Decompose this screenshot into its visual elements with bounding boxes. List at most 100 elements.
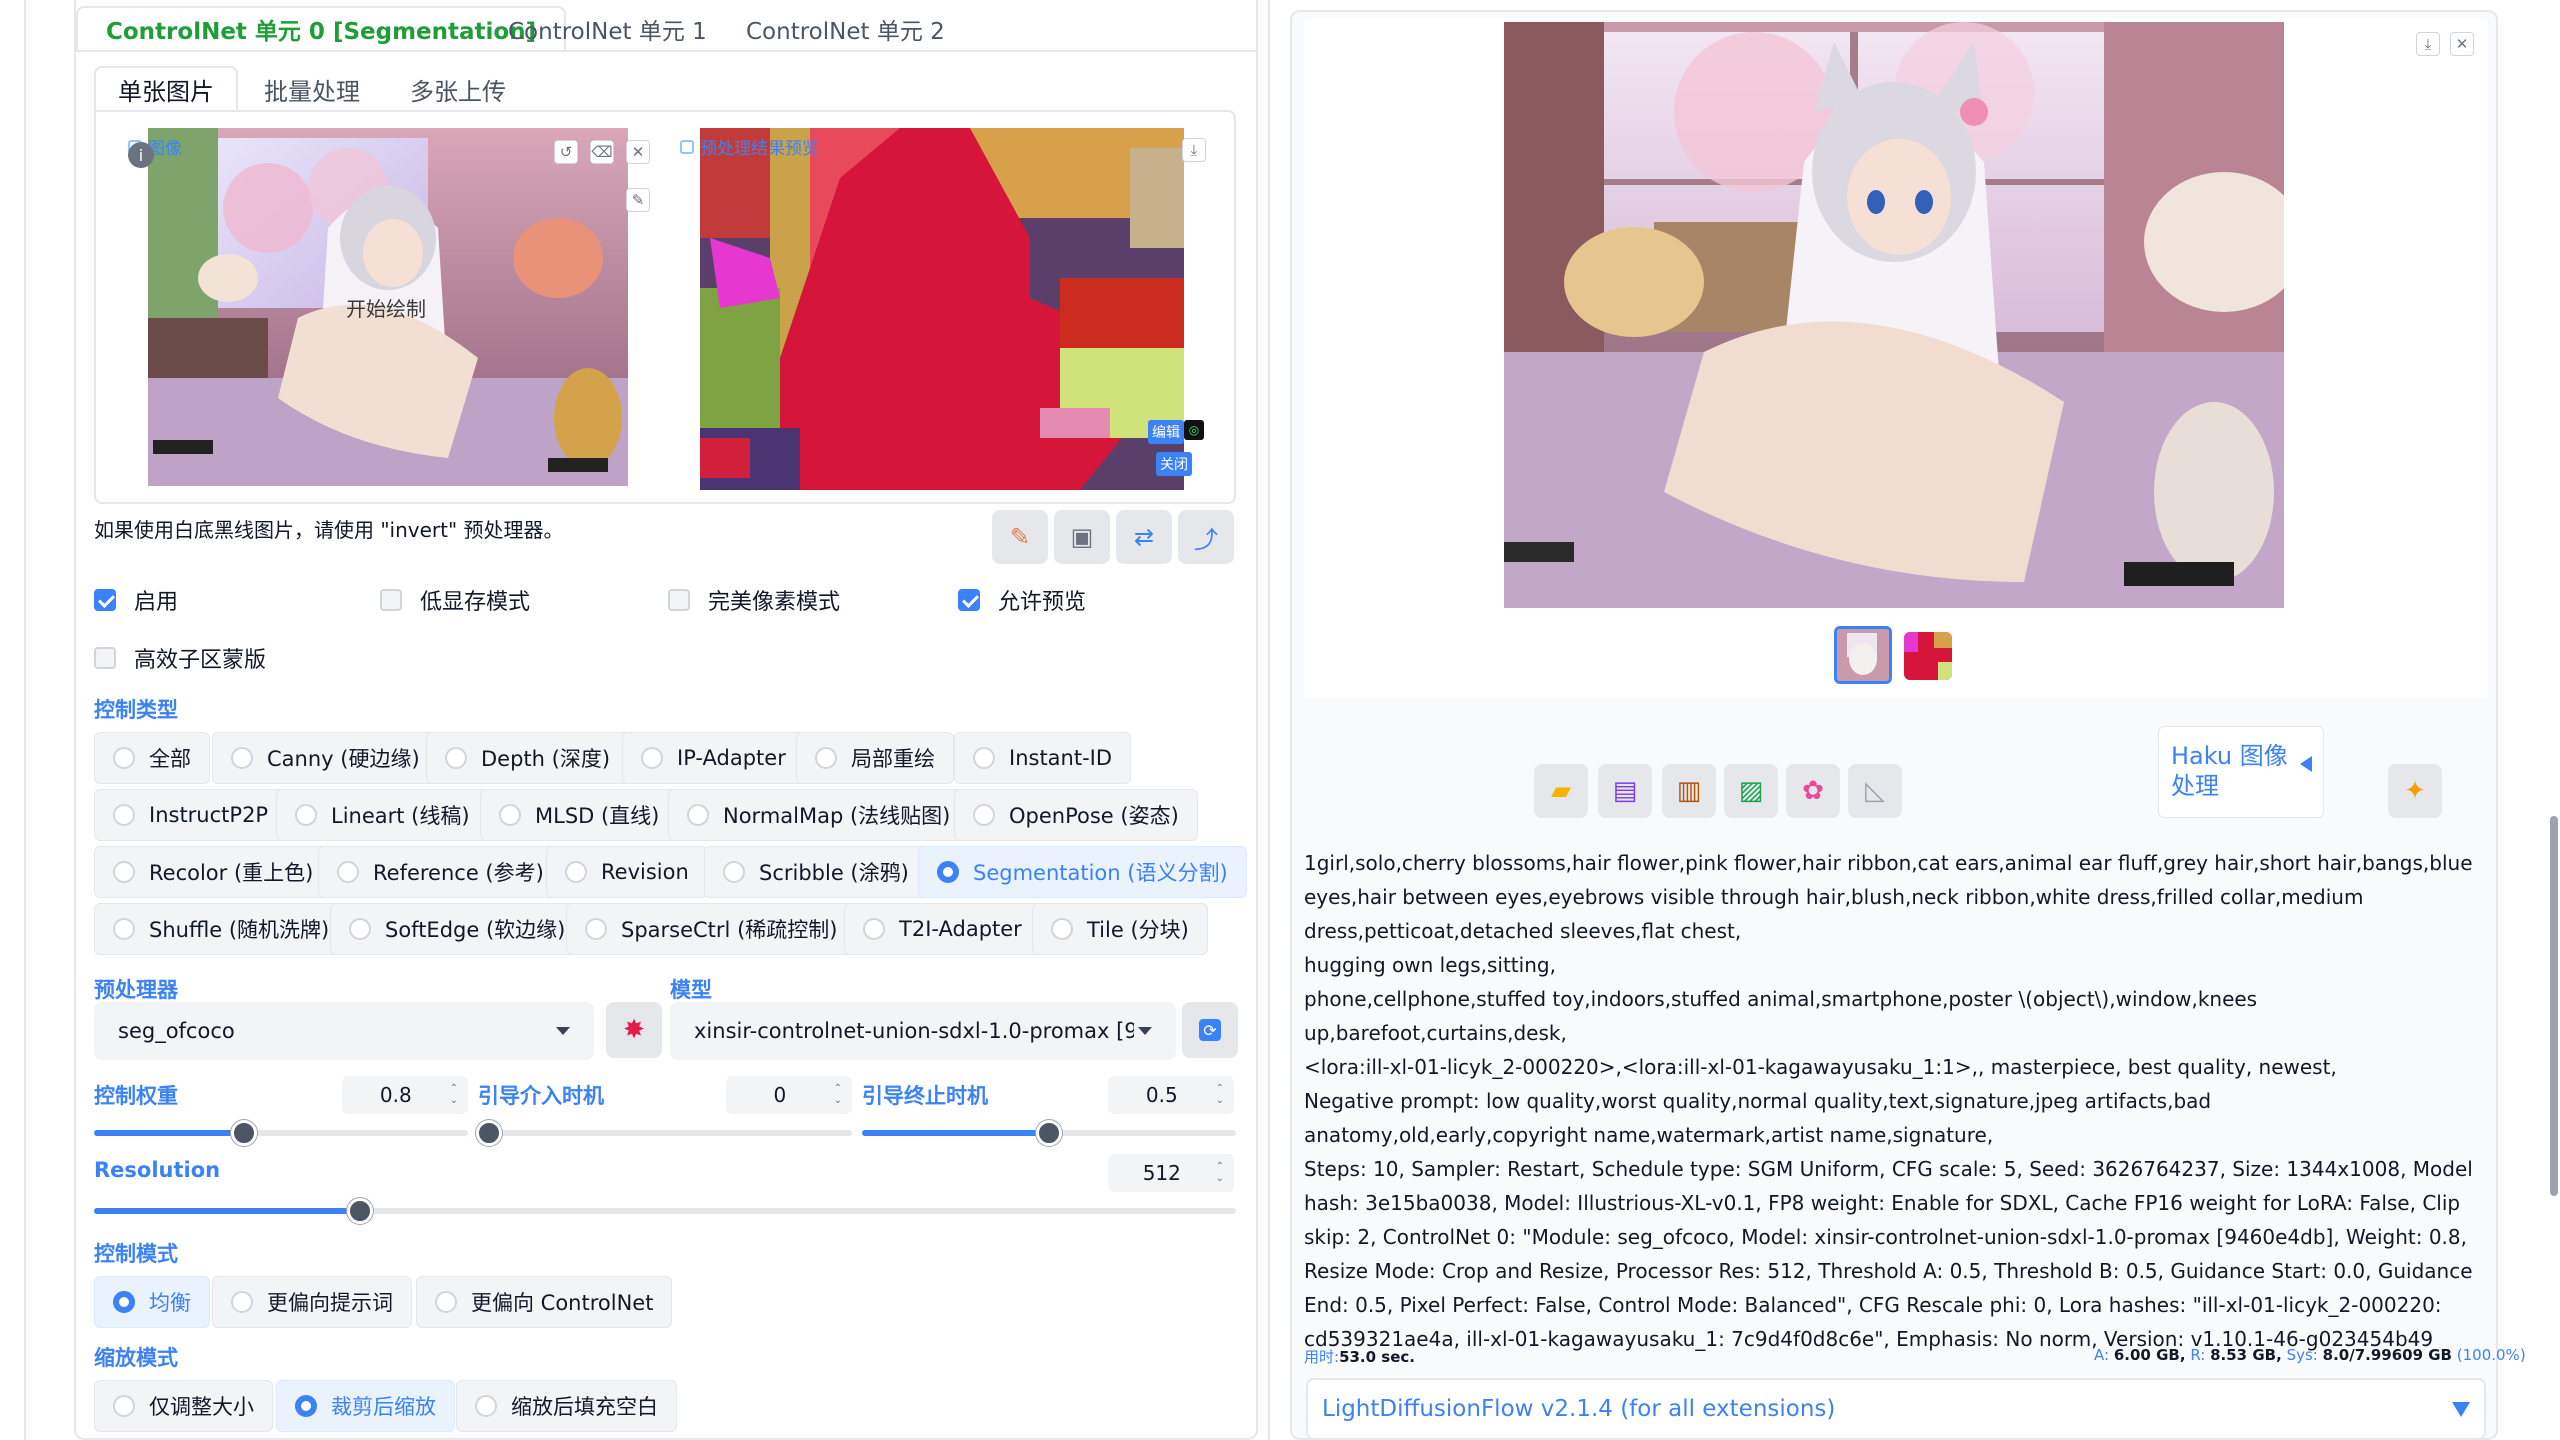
download-icon[interactable]: ⤓ bbox=[1182, 138, 1206, 162]
output-image[interactable] bbox=[1504, 22, 2284, 608]
negative-prompt: Negative prompt: low quality,worst quali… bbox=[1304, 1089, 2212, 1147]
sparkle-button[interactable]: ✦ bbox=[2388, 764, 2442, 818]
weight-input[interactable]: 0.8 ⌃ ⌄ bbox=[342, 1076, 468, 1114]
control-type-reference[interactable]: Reference (参考) bbox=[318, 846, 563, 898]
control-type-segmentation[interactable]: Segmentation (语义分割) bbox=[918, 846, 1247, 898]
send-to-img2img-button[interactable]: ▨ bbox=[1724, 764, 1778, 818]
thumbnail-segmentation[interactable] bbox=[1904, 632, 1952, 680]
allow-preview-checkbox[interactable]: 允许预览 bbox=[958, 584, 1086, 616]
start-step-input[interactable]: 0 ⌃ ⌄ bbox=[726, 1076, 852, 1114]
control-type-scribble[interactable]: Scribble (涂鸦) bbox=[704, 846, 928, 898]
control-type-softedge[interactable]: SoftEdge (软边缘) bbox=[330, 903, 585, 955]
eraser-icon[interactable]: ⌫ bbox=[590, 140, 614, 164]
haku-image-button[interactable]: Haku 图像处理 bbox=[2158, 726, 2324, 818]
prompt-line: <lora:ill-xl-01-licyk_2-000220>,<lora:il… bbox=[1304, 1055, 2337, 1079]
control-type-recolor[interactable]: Recolor (重上色) bbox=[94, 846, 333, 898]
enable-checkbox[interactable]: 启用 bbox=[94, 584, 178, 616]
resize-mode-just-resize[interactable]: 仅调整大小 bbox=[94, 1380, 273, 1432]
edit-icon[interactable]: ◎ bbox=[1184, 420, 1204, 440]
resolution-slider[interactable] bbox=[94, 1198, 1236, 1224]
control-type-tile[interactable]: Tile (分块) bbox=[1032, 903, 1208, 955]
control-type-instructp2p[interactable]: InstructP2P bbox=[94, 789, 288, 841]
brush-icon[interactable]: ✎ bbox=[626, 188, 650, 212]
swap-button[interactable]: ⇄ bbox=[1116, 510, 1172, 564]
send-button[interactable]: ⤴ bbox=[1178, 510, 1234, 564]
parameters: Steps: 10, Sampler: Restart, Schedule ty… bbox=[1304, 1157, 2473, 1351]
low-vram-checkbox[interactable]: 低显存模式 bbox=[380, 584, 530, 616]
spinner-icon: ⌃ ⌄ bbox=[1215, 1083, 1224, 1106]
thumbnail-image bbox=[1904, 632, 1952, 680]
control-type-instant-id[interactable]: Instant-ID bbox=[954, 732, 1132, 784]
run-preprocessor-button[interactable]: ✸ bbox=[606, 1002, 662, 1058]
control-type-label: 控制类型 bbox=[94, 698, 178, 722]
swap-icon: ⇄ bbox=[1133, 523, 1155, 551]
tab-multi-upload[interactable]: 多张上传 bbox=[388, 66, 528, 112]
camera-button[interactable]: ▣ bbox=[1054, 510, 1110, 564]
weight-label: 控制权重 bbox=[94, 1084, 178, 1108]
control-type-inpaint[interactable]: 局部重绘 bbox=[796, 732, 954, 784]
tab-single-image[interactable]: 单张图片 bbox=[94, 66, 238, 112]
edit-button[interactable]: 编辑 bbox=[1148, 420, 1184, 444]
open-folder-button[interactable]: ▰ bbox=[1534, 764, 1588, 818]
edit-tool-button[interactable]: ✎ bbox=[992, 510, 1048, 564]
resolution-label: Resolution bbox=[94, 1158, 221, 1182]
weight-slider[interactable] bbox=[94, 1120, 468, 1146]
lightdiffusionflow-accordion[interactable]: LightDiffusionFlow v2.1.4 (for all exten… bbox=[1306, 1378, 2486, 1440]
control-type-lineart[interactable]: Lineart (线稿) bbox=[276, 789, 489, 841]
start-step-slider[interactable] bbox=[476, 1120, 852, 1146]
control-mode-balanced[interactable]: 均衡 bbox=[94, 1276, 210, 1328]
pixel-perfect-checkbox[interactable]: 完美像素模式 bbox=[668, 584, 840, 616]
slider-handle[interactable] bbox=[476, 1120, 502, 1146]
preprocessor-label: 预处理器 bbox=[94, 978, 178, 1002]
info-icon[interactable]: i bbox=[128, 142, 154, 168]
control-type-depth[interactable]: Depth (深度) bbox=[426, 732, 630, 784]
thumbnail-output[interactable] bbox=[1834, 626, 1892, 684]
control-mode-prompt[interactable]: 更偏向提示词 bbox=[212, 1276, 412, 1328]
end-step-slider[interactable] bbox=[862, 1120, 1236, 1146]
tab-batch[interactable]: 批量处理 bbox=[242, 66, 382, 112]
control-type-ip-adapter[interactable]: IP-Adapter bbox=[622, 732, 805, 784]
resize-mode-crop[interactable]: 裁剪后缩放 bbox=[276, 1380, 455, 1432]
close-icon[interactable]: ✕ bbox=[626, 140, 650, 164]
refresh-models-button[interactable]: ⟳ bbox=[1182, 1002, 1238, 1058]
preprocessor-select[interactable]: seg_ofcoco bbox=[94, 1002, 594, 1060]
send-to-extras-button[interactable]: ◺ bbox=[1848, 764, 1902, 818]
tab-controlnet-unit-1[interactable]: ControlNet 单元 1 bbox=[480, 6, 735, 52]
tab-controlnet-unit-2[interactable]: ControlNet 单元 2 bbox=[718, 6, 973, 52]
close-preview-button[interactable]: 关闭 bbox=[1156, 452, 1192, 476]
close-icon[interactable]: ✕ bbox=[2450, 32, 2474, 56]
explosion-icon: ✸ bbox=[623, 1015, 645, 1045]
control-type-normalmap[interactable]: NormalMap (法线贴图) bbox=[668, 789, 970, 841]
refresh-icon: ⟳ bbox=[1199, 1019, 1221, 1041]
segmentation-preview bbox=[700, 128, 1184, 490]
control-type-all[interactable]: 全部 bbox=[94, 732, 210, 784]
model-select[interactable]: xinsir-controlnet-union-sdxl-1.0-promax … bbox=[670, 1002, 1176, 1060]
triangle-down-icon bbox=[2452, 1401, 2470, 1417]
slider-handle[interactable] bbox=[231, 1120, 257, 1146]
control-type-canny[interactable]: Canny (硬边缘) bbox=[212, 732, 439, 784]
control-type-t2i-adapter[interactable]: T2I-Adapter bbox=[844, 903, 1041, 955]
control-type-revision[interactable]: Revision bbox=[546, 846, 708, 898]
chevron-down-icon bbox=[1138, 1027, 1152, 1035]
camera-icon: ▣ bbox=[1070, 523, 1094, 551]
resolution-input[interactable]: 512 ⌃ ⌄ bbox=[1108, 1154, 1234, 1192]
control-mode-controlnet[interactable]: 更偏向 ControlNet bbox=[416, 1276, 673, 1328]
slider-handle[interactable] bbox=[347, 1198, 373, 1224]
undo-icon[interactable]: ↺ bbox=[554, 140, 578, 164]
send-to-inpaint-button[interactable]: ✿ bbox=[1786, 764, 1840, 818]
save-button[interactable]: ▤ bbox=[1598, 764, 1652, 818]
slider-handle[interactable] bbox=[1036, 1120, 1062, 1146]
model-label: 模型 bbox=[670, 978, 712, 1002]
resize-mode-fill[interactable]: 缩放后填充空白 bbox=[456, 1380, 677, 1432]
end-step-input[interactable]: 0.5 ⌃ ⌄ bbox=[1108, 1076, 1234, 1114]
save-icon: ▤ bbox=[1612, 776, 1638, 806]
control-type-mlsd[interactable]: MLSD (直线) bbox=[480, 789, 679, 841]
control-type-shuffle[interactable]: Shuffle (随机洗牌) bbox=[94, 903, 349, 955]
control-type-openpose[interactable]: OpenPose (姿态) bbox=[954, 789, 1198, 841]
download-icon[interactable]: ⤓ bbox=[2416, 32, 2440, 56]
effective-region-mask-checkbox[interactable]: 高效子区蒙版 bbox=[94, 642, 266, 674]
page-scrollbar[interactable] bbox=[2550, 816, 2558, 1196]
zip-button[interactable]: ▥ bbox=[1662, 764, 1716, 818]
control-type-sparsectrl[interactable]: SparseCtrl (稀疏控制) bbox=[566, 903, 857, 955]
archive-icon: ▥ bbox=[1676, 776, 1702, 806]
